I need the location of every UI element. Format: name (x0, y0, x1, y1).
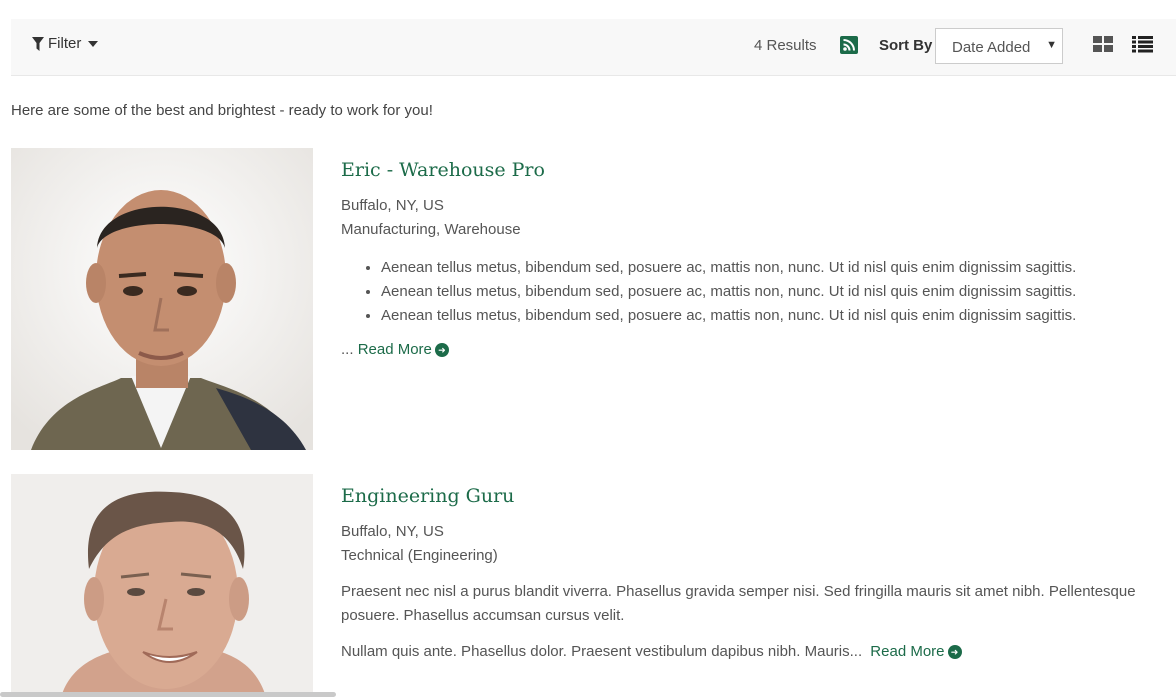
candidate-name[interactable]: Eric - Warehouse Pro (341, 159, 545, 181)
candidate-name[interactable]: Engineering Guru (341, 485, 514, 507)
filter-label: Filter (48, 35, 82, 52)
read-more-label: Read More (870, 643, 945, 660)
sort-by-label: Sort By (879, 37, 933, 54)
read-more-link[interactable]: Read More ➜ (358, 341, 449, 358)
results-count: 4 Results (754, 37, 817, 54)
filter-icon (32, 36, 44, 51)
read-more-row: ... Read More ➜ (341, 341, 449, 358)
arrow-circle-right-icon: ➜ (434, 343, 449, 357)
list-item: Aenean tellus metus, bibendum sed, posue… (381, 304, 1076, 328)
read-more-link[interactable]: Read More ➜ (870, 643, 962, 660)
rss-icon[interactable] (840, 36, 858, 54)
arrow-circle-right-icon: ➜ (947, 645, 962, 659)
candidate-location: Buffalo, NY, US (341, 197, 444, 214)
candidate-highlights: Aenean tellus metus, bibendum sed, posue… (341, 256, 1076, 328)
filter-button[interactable]: Filter (32, 35, 99, 52)
results-toolbar: Filter 4 Results Sort By Date Added ▼ (11, 19, 1176, 76)
intro-text: Here are some of the best and brightest … (11, 102, 433, 119)
candidate-summary: Praesent nec nisl a purus blandit viverr… (341, 583, 1136, 624)
teaser-text: Nullam quis ante. Phasellus dolor. Praes… (341, 643, 863, 660)
list-item: Aenean tellus metus, bibendum sed, posue… (381, 280, 1076, 304)
sort-select[interactable]: Date Added ▼ (935, 28, 1063, 64)
list-view-icon[interactable] (1132, 36, 1153, 53)
read-more-row: Nullam quis ante. Phasellus dolor. Praes… (341, 643, 962, 660)
list-item: Aenean tellus metus, bibendum sed, posue… (381, 256, 1076, 280)
chevron-down-icon: ▼ (1046, 39, 1057, 51)
candidate-photo[interactable] (11, 148, 313, 450)
grid-view-icon[interactable] (1093, 36, 1113, 53)
chevron-down-icon (88, 40, 99, 47)
candidate-location: Buffalo, NY, US (341, 523, 444, 540)
ellipsis-text: ... (341, 341, 354, 358)
candidate-category: Manufacturing, Warehouse (341, 221, 521, 238)
read-more-label: Read More (357, 341, 432, 358)
sort-select-value: Date Added (952, 39, 1031, 56)
candidate-photo[interactable] (11, 474, 313, 697)
horizontal-scrollbar[interactable] (0, 692, 336, 697)
candidate-category: Technical (Engineering) (341, 547, 498, 564)
